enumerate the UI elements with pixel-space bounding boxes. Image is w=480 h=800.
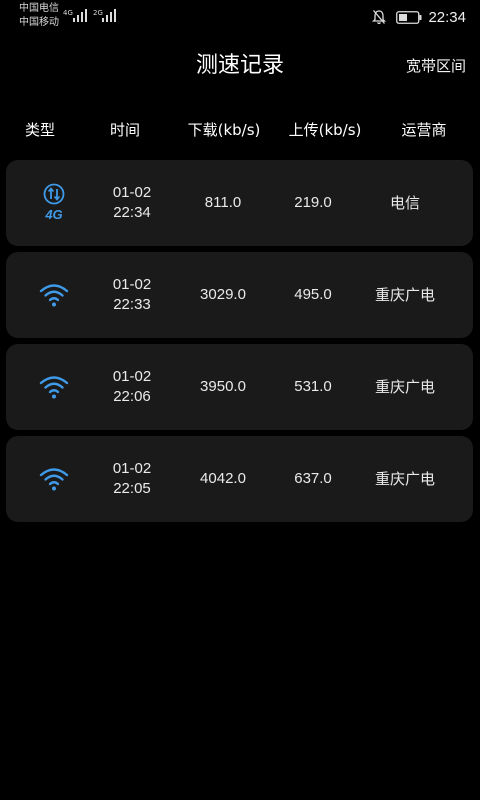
- record-upload: 219.0: [294, 194, 332, 211]
- record-row[interactable]: 01-02 22:06 3950.0 531.0 重庆广电: [6, 344, 473, 430]
- svg-text:4G: 4G: [44, 207, 62, 222]
- record-download: 3029.0: [200, 286, 246, 303]
- record-time: 22:06: [113, 388, 151, 405]
- record-date: 01-02: [112, 460, 152, 477]
- bandwidth-range-button[interactable]: 宽带区间: [406, 56, 466, 76]
- record-row[interactable]: 01-02 22:05 4042.0 637.0 重庆广电: [6, 436, 473, 522]
- record-carrier: 重庆广电: [374, 470, 436, 488]
- record-time: 22:33: [113, 296, 151, 313]
- record-type: 4G: [40, 160, 68, 246]
- record-carrier: 电信: [389, 194, 421, 212]
- record-date: 01-02: [112, 276, 152, 293]
- signal-strength-2-icon: [102, 9, 116, 22]
- record-date: 01-02: [112, 368, 152, 385]
- record-datetime: 01-02 22:33: [113, 252, 151, 338]
- status-time: 22:34: [428, 8, 466, 26]
- record-datetime: 01-02 22:06: [113, 344, 151, 430]
- record-row[interactable]: 4G 01-02 22:34 811.0 219.0 电信: [6, 160, 473, 246]
- record-type: [39, 436, 69, 522]
- wifi-icon: [39, 376, 69, 399]
- record-upload: 637.0: [294, 470, 332, 487]
- column-header-upload: 上传(kb/s): [288, 121, 362, 139]
- record-download: 4042.0: [200, 470, 246, 487]
- record-datetime: 01-02 22:34: [113, 160, 151, 246]
- status-right: 22:34: [372, 6, 466, 28]
- record-carrier: 重庆广电: [374, 378, 436, 396]
- wifi-icon: [39, 468, 69, 491]
- record-time: 22:34: [113, 204, 151, 221]
- column-header-download: 下载(kb/s): [187, 121, 261, 139]
- column-header-type: 类型: [24, 121, 56, 139]
- record-row[interactable]: 01-02 22:33 3029.0 495.0 重庆广电: [6, 252, 473, 338]
- record-upload: 495.0: [294, 286, 332, 303]
- column-headers: 类型 时间 下载(kb/s) 上传(kb/s) 运营商: [0, 118, 480, 142]
- status-bar: 中国电信 中国移动 4G 2G 22:34: [0, 0, 480, 34]
- record-download: 3950.0: [200, 378, 246, 395]
- column-header-time: 时间: [109, 121, 141, 139]
- carrier-1-label: 中国电信: [19, 3, 59, 14]
- carrier-2-label: 中国移动: [19, 17, 59, 28]
- column-header-carrier: 运营商: [401, 121, 447, 139]
- notifications-muted-icon: [372, 10, 387, 25]
- record-carrier: 重庆广电: [374, 286, 436, 304]
- battery-icon: [396, 10, 422, 24]
- 4g-icon: 4G: [43, 183, 65, 222]
- record-upload: 531.0: [294, 378, 332, 395]
- signal-strength-1-icon: [73, 9, 87, 22]
- record-time: 22:05: [113, 480, 151, 497]
- record-datetime: 01-02 22:05: [113, 436, 151, 522]
- wifi-icon: [39, 284, 69, 307]
- record-date: 01-02: [112, 184, 152, 201]
- record-type: [39, 344, 69, 430]
- record-download: 811.0: [204, 194, 242, 211]
- carrier-info: 中国电信 中国移动: [19, 2, 59, 30]
- record-type: [39, 252, 69, 338]
